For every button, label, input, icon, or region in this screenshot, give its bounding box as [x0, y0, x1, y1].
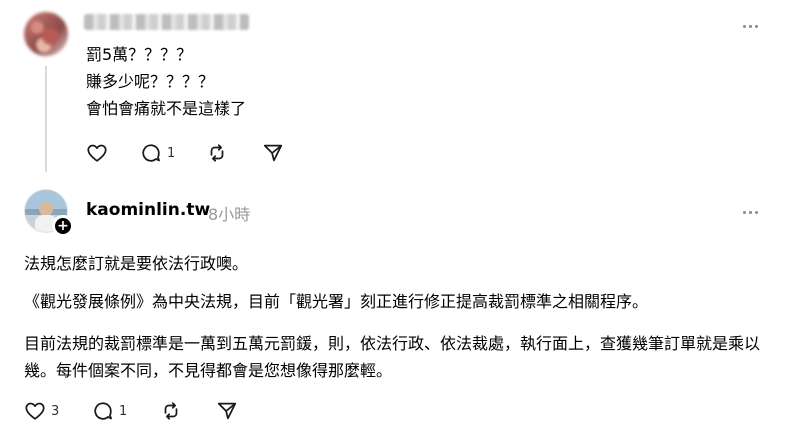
like-count: 3: [51, 403, 60, 419]
heart-icon: [87, 144, 107, 162]
reply-button[interactable]: 1: [92, 399, 127, 423]
reply-icon: [94, 402, 112, 420]
reply-icon: [142, 144, 160, 162]
post-1-line-3: 會怕會痛就不是這樣了: [86, 99, 247, 118]
repost-icon: [164, 402, 178, 420]
post-1-line-2: 賺多少呢？？？？: [86, 72, 215, 91]
post-2-paragraph-2: 《觀光發展條例》為中央法規，目前「觀光署」刻正進行修正提高裁罰標準之相關程序。: [24, 292, 649, 311]
like-button[interactable]: [86, 141, 108, 165]
thread-connector-line: [45, 66, 47, 172]
author-username[interactable]: kaominlin.tw: [86, 200, 210, 220]
post-1-line-1: 罰5萬？？？？: [86, 45, 193, 64]
heart-icon: [25, 402, 45, 420]
reply-count: 1: [119, 403, 128, 419]
repost-icon: [210, 144, 224, 162]
post-2-paragraph-3: 目前法規的裁罰標準是一萬到五萬元罰鍰，則，依法行政、依法裁處，執行面上，查獲幾筆…: [24, 334, 761, 380]
like-button[interactable]: 3: [24, 399, 59, 423]
avatar-head: [39, 202, 53, 216]
username-blurred[interactable]: [84, 14, 249, 30]
share-icon: [217, 402, 237, 420]
reply-count: 1: [167, 145, 176, 161]
share-button[interactable]: [216, 399, 238, 423]
share-button[interactable]: [262, 141, 284, 165]
more-options-icon[interactable]: [740, 208, 760, 216]
more-options-icon[interactable]: [740, 22, 760, 30]
share-icon: [263, 144, 283, 162]
reply-button[interactable]: 1: [140, 141, 175, 165]
post-timestamp[interactable]: 8小時: [208, 201, 250, 225]
repost-button[interactable]: [206, 141, 228, 165]
repost-button[interactable]: [160, 399, 182, 423]
avatar-blurred[interactable]: [24, 12, 68, 56]
post-2-paragraph-1: 法規怎麼訂就是要依法行政噢。: [24, 254, 249, 273]
follow-plus-icon[interactable]: +: [52, 215, 74, 237]
